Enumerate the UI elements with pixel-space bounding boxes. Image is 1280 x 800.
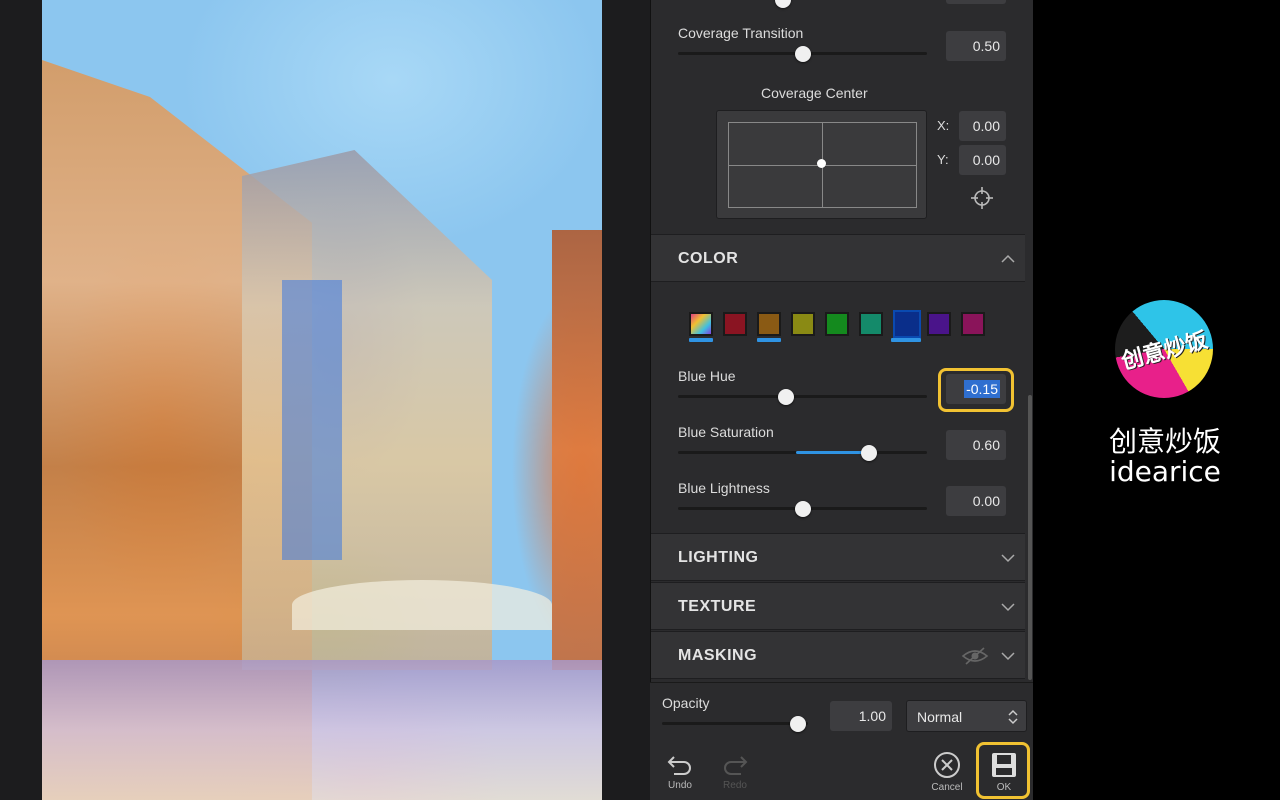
eye-hidden-icon[interactable] — [961, 646, 989, 666]
swatch-all[interactable] — [689, 312, 713, 336]
updown-arrows-icon — [1008, 709, 1018, 725]
chevron-down-icon — [1001, 652, 1015, 661]
chevron-down-icon — [1001, 554, 1015, 563]
blue-saturation-label: Blue Saturation — [678, 424, 774, 440]
y-label: Y: — [937, 152, 949, 167]
painted-building-right — [552, 230, 602, 670]
coverage-center-pad[interactable] — [716, 110, 927, 219]
swatch-indicator-orange — [757, 338, 781, 342]
panel-scrollbar[interactable] — [1028, 395, 1032, 680]
blue-hue-track[interactable] — [678, 395, 927, 398]
texture-section-header[interactable]: TEXTURE — [651, 582, 1025, 630]
blue-lightness-label: Blue Lightness — [678, 480, 770, 496]
redo-label: Redo — [723, 780, 747, 791]
blue-lightness-knob[interactable] — [795, 501, 811, 517]
brand-name-en: idearice — [1109, 455, 1221, 488]
chevron-down-icon — [1001, 603, 1015, 612]
swatch-purple[interactable] — [927, 312, 951, 336]
brand-logo-lettering: 创意炒饭 — [1118, 327, 1211, 375]
opacity-track[interactable] — [662, 722, 808, 725]
blue-hue-label: Blue Hue — [678, 368, 736, 384]
masking-section-header[interactable]: MASKING — [651, 631, 1025, 679]
left-gutter — [0, 0, 42, 800]
undo-label: Undo — [668, 780, 692, 791]
painted-street — [42, 660, 602, 800]
swatch-red[interactable] — [723, 312, 747, 336]
photo-canvas[interactable] — [42, 0, 602, 800]
coverage-center-y-value[interactable]: 0.00 — [959, 145, 1006, 175]
coverage-transition-value[interactable]: 0.50 — [946, 31, 1006, 61]
coverage-transition-knob[interactable] — [795, 46, 811, 62]
ok-highlight-frame — [976, 742, 1030, 799]
coverage-transition-label: Coverage Transition — [678, 25, 804, 41]
opacity-value[interactable]: 1.00 — [830, 701, 892, 731]
blend-mode-value: Normal — [917, 709, 963, 725]
swatch-orange[interactable] — [757, 312, 781, 336]
redo-button[interactable]: Redo — [717, 751, 753, 791]
crosshair-icon[interactable] — [970, 186, 994, 210]
undo-button[interactable]: Undo — [662, 751, 698, 791]
x-label: X: — [937, 118, 950, 133]
blue-lightness-value[interactable]: 0.00 — [946, 486, 1006, 516]
brand-name-cn: 创意炒饭 — [1108, 425, 1221, 458]
blue-saturation-fill — [796, 451, 870, 454]
lighting-section-title: LIGHTING — [678, 549, 759, 566]
coverage-center-handle[interactable] — [817, 159, 826, 168]
blue-saturation-knob[interactable] — [861, 445, 877, 461]
swatch-magenta[interactable] — [961, 312, 985, 336]
swatch-blue[interactable] — [893, 310, 921, 338]
adjustment-panel: Coverage Transition 0.50 Coverage Center… — [650, 0, 1033, 800]
undo-icon — [667, 756, 691, 775]
painted-blue-shutters — [282, 280, 342, 560]
swatch-indicator-blue — [891, 338, 921, 342]
swatch-aqua[interactable] — [859, 312, 883, 336]
redo-icon — [724, 756, 748, 775]
cancel-button[interactable]: Cancel — [927, 751, 967, 793]
lighting-section-header[interactable]: LIGHTING — [651, 533, 1025, 581]
blue-saturation-value[interactable]: 0.60 — [946, 430, 1006, 460]
masking-section-title: MASKING — [678, 647, 758, 664]
coverage-center-label: Coverage Center — [761, 85, 868, 101]
painted-umbrellas — [292, 580, 552, 630]
blend-mode-select[interactable]: Normal — [906, 700, 1027, 732]
cancel-x-icon — [934, 752, 960, 778]
bottom-toolbar: Opacity 1.00 Normal Undo Redo Cancel OK — [650, 682, 1033, 800]
coverage-center-x-value[interactable]: 0.00 — [959, 111, 1006, 141]
swatch-green[interactable] — [825, 312, 849, 336]
previous-value-field[interactable] — [946, 0, 1006, 4]
color-section-title: COLOR — [678, 250, 739, 267]
blue-hue-knob[interactable] — [778, 389, 794, 405]
chevron-up-icon — [1001, 254, 1015, 263]
color-section-header[interactable]: COLOR — [651, 234, 1025, 282]
previous-slider-knob[interactable] — [775, 0, 791, 8]
opacity-knob[interactable] — [790, 716, 806, 732]
swatch-indicator-all — [689, 338, 713, 342]
blue-hue-highlight-frame — [938, 368, 1014, 412]
swatch-yellow[interactable] — [791, 312, 815, 336]
panel-gap — [602, 0, 650, 800]
texture-section-title: TEXTURE — [678, 598, 757, 615]
opacity-label: Opacity — [662, 695, 710, 711]
brand-logo: 创意炒饭 — [1115, 300, 1213, 398]
cancel-label: Cancel — [931, 782, 963, 793]
